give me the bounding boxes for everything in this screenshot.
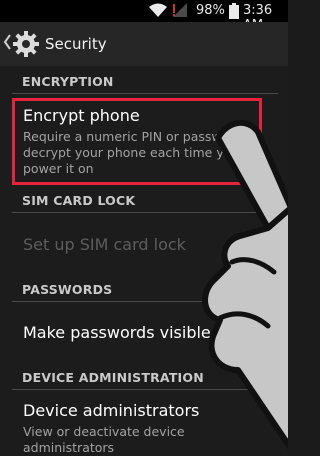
checkbox-icon[interactable] <box>236 325 252 341</box>
section-header-passwords: PASSWORDS <box>22 282 113 297</box>
section-divider <box>12 93 278 94</box>
highlight-box <box>12 98 262 185</box>
signal-icon <box>172 2 190 22</box>
battery-icon <box>229 3 239 23</box>
section-header-sim: SIM CARD LOCK <box>22 193 136 208</box>
section-divider <box>12 389 278 390</box>
wifi-icon <box>148 2 168 22</box>
section-divider <box>12 301 278 302</box>
section-header-encryption: ENCRYPTION <box>22 74 114 89</box>
sim-lock-item[interactable]: Set up SIM card lock <box>23 235 186 254</box>
device-administrators-title: Device administrators <box>23 401 200 420</box>
device-administrators-subtitle: View or deactivate device administrators <box>23 424 185 455</box>
status-bar: 98% 3:36 AM <box>0 0 288 33</box>
page-title: Security <box>45 35 107 53</box>
battery-level: 98% <box>196 3 225 18</box>
action-bar: Security <box>0 22 288 66</box>
gear-icon[interactable] <box>12 30 40 62</box>
section-divider <box>12 212 278 213</box>
section-header-device-admin: DEVICE ADMINISTRATION <box>22 370 204 385</box>
back-icon[interactable] <box>3 34 11 54</box>
make-passwords-visible-title: Make passwords visible <box>23 323 211 342</box>
